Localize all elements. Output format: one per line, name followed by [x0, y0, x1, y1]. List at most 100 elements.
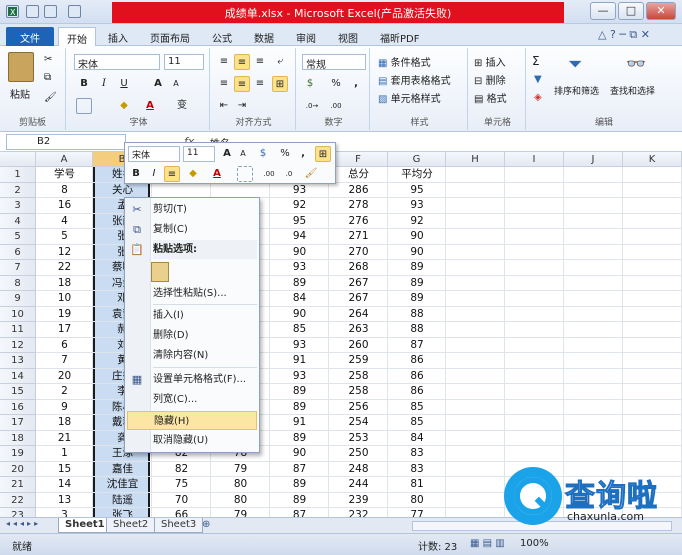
cell[interactable]: 259 — [329, 353, 388, 369]
mini-font-combo[interactable]: 宋体 — [128, 146, 180, 162]
cell[interactable]: 80 — [211, 477, 270, 493]
mini-fill-color-icon[interactable]: ◆ — [185, 166, 201, 182]
maximize-button[interactable]: □ — [618, 2, 644, 20]
cell[interactable]: 18 — [36, 276, 93, 292]
cell[interactable]: 89 — [270, 477, 329, 493]
cell[interactable]: 20 — [36, 369, 93, 385]
increase-indent-icon[interactable]: ⇥ — [234, 98, 250, 114]
cell[interactable]: 15 — [36, 462, 93, 478]
menu-cut[interactable]: 剪切(T) — [153, 200, 257, 219]
italic-button[interactable]: I — [96, 76, 112, 92]
row-header[interactable]: 10 — [0, 306, 36, 322]
minimize-button[interactable]: — — [590, 2, 616, 20]
row-header[interactable]: 16 — [0, 399, 36, 415]
row-header[interactable]: 6 — [0, 244, 36, 260]
new-sheet-icon[interactable]: ⊕ — [202, 519, 210, 530]
cell[interactable]: 87 — [388, 338, 446, 354]
cell[interactable]: 92 — [388, 214, 446, 230]
column-header-a[interactable]: A — [36, 152, 93, 167]
zoom-level[interactable]: 100% — [520, 538, 549, 549]
cell[interactable]: 94 — [270, 229, 329, 245]
row-header[interactable]: 3 — [0, 198, 36, 214]
cell[interactable]: 248 — [329, 462, 388, 478]
decrease-indent-icon[interactable]: ⇤ — [216, 98, 232, 114]
cell[interactable]: 21 — [36, 431, 93, 447]
row-header[interactable]: 21 — [0, 477, 36, 493]
cell[interactable]: 86 — [388, 384, 446, 400]
row-header[interactable]: 13 — [0, 353, 36, 369]
help-icon[interactable]: △ ? ─ ⧉ ✕ — [598, 28, 650, 42]
align-bottom-icon[interactable]: ≡ — [252, 54, 268, 70]
save-icon[interactable] — [26, 5, 39, 18]
cell[interactable]: 88 — [388, 307, 446, 323]
cell[interactable]: 89 — [270, 384, 329, 400]
cell[interactable]: 19 — [36, 307, 93, 323]
mini-percent-button[interactable]: % — [277, 146, 293, 162]
menu-clear-contents[interactable]: 清除内容(N) — [153, 346, 257, 365]
cell[interactable]: 271 — [329, 229, 388, 245]
cell[interactable]: 276 — [329, 214, 388, 230]
cell[interactable]: 244 — [329, 477, 388, 493]
mini-dec-decimal-icon[interactable]: .00 — [261, 166, 277, 182]
cell[interactable]: 278 — [329, 198, 388, 214]
column-header-i[interactable]: I — [505, 152, 564, 167]
cell[interactable]: 22 — [36, 260, 93, 276]
cell[interactable]: 9 — [36, 400, 93, 416]
tab-formulas[interactable]: 公式 — [204, 27, 240, 46]
cell[interactable]: 93 — [270, 338, 329, 354]
cell[interactable]: 88 — [388, 322, 446, 338]
font-name-combo[interactable]: 宋体 — [74, 54, 160, 71]
cell[interactable]: 80 — [388, 493, 446, 509]
wen-icon[interactable]: 变 — [174, 98, 190, 114]
cut-icon[interactable]: ✂ — [44, 54, 52, 65]
cell[interactable]: 83 — [388, 446, 446, 462]
view-buttons-icon[interactable]: ▦ ▤ ▥ — [470, 538, 505, 549]
cell[interactable]: 89 — [388, 291, 446, 307]
grow-font-button[interactable]: A — [150, 76, 166, 92]
menu-delete[interactable]: 删除(D) — [153, 326, 257, 345]
cell[interactable]: 286 — [329, 183, 388, 199]
cell[interactable]: 270 — [329, 245, 388, 261]
row-header[interactable]: 18 — [0, 430, 36, 446]
cell[interactable]: 83 — [388, 462, 446, 478]
cell[interactable]: 1 — [36, 446, 93, 462]
insert-cells-button[interactable]: ⊞ 插入 — [474, 54, 506, 69]
format-painter-icon[interactable]: 🖌 — [44, 92, 57, 103]
cell[interactable]: 87 — [270, 508, 329, 517]
cell[interactable]: 86 — [388, 353, 446, 369]
cell[interactable]: 平均分 — [388, 167, 446, 183]
bold-button[interactable]: B — [76, 76, 92, 92]
cell[interactable]: 268 — [329, 260, 388, 276]
cell[interactable]: 12 — [36, 245, 93, 261]
cell-styles-button[interactable]: ▧ 单元格样式 — [378, 90, 441, 105]
cell[interactable]: 84 — [270, 291, 329, 307]
cell[interactable]: 250 — [329, 446, 388, 462]
row-header[interactable]: 2 — [0, 182, 36, 198]
worksheet-grid[interactable]: ABCDEFGHIJK1学号姓名语文数学英语总分平均分28关心932869531… — [0, 152, 682, 517]
mini-size-combo[interactable]: 11 — [183, 146, 215, 162]
cell[interactable]: 10 — [36, 291, 93, 307]
column-header-f[interactable]: F — [329, 152, 388, 167]
mini-font-color-icon[interactable]: A — [209, 166, 225, 182]
row-header[interactable]: 12 — [0, 337, 36, 353]
cell[interactable]: 256 — [329, 400, 388, 416]
cell[interactable]: 90 — [388, 245, 446, 261]
font-color-icon[interactable]: A — [142, 98, 158, 114]
cell[interactable]: 89 — [388, 276, 446, 292]
font-size-combo[interactable]: 11 — [164, 54, 204, 70]
fill-color-icon[interactable]: ◆ — [116, 98, 132, 114]
cell[interactable]: 80 — [211, 493, 270, 509]
sheet-nav-arrows-icon[interactable]: ◂◂◂▸▸ — [6, 519, 41, 528]
column-header-j[interactable]: J — [564, 152, 623, 167]
cell[interactable]: 239 — [329, 493, 388, 509]
underline-button[interactable]: U — [116, 76, 132, 92]
cell[interactable]: 70 — [152, 493, 211, 509]
cell[interactable]: 3 — [36, 508, 93, 517]
mini-currency-icon[interactable]: $ — [255, 146, 271, 162]
cell[interactable]: 93 — [270, 183, 329, 199]
cell[interactable]: 89 — [388, 260, 446, 276]
mini-center-icon[interactable]: ≡ — [164, 166, 180, 182]
cell[interactable]: 258 — [329, 369, 388, 385]
cell[interactable]: 91 — [270, 415, 329, 431]
cell[interactable]: 90 — [388, 229, 446, 245]
